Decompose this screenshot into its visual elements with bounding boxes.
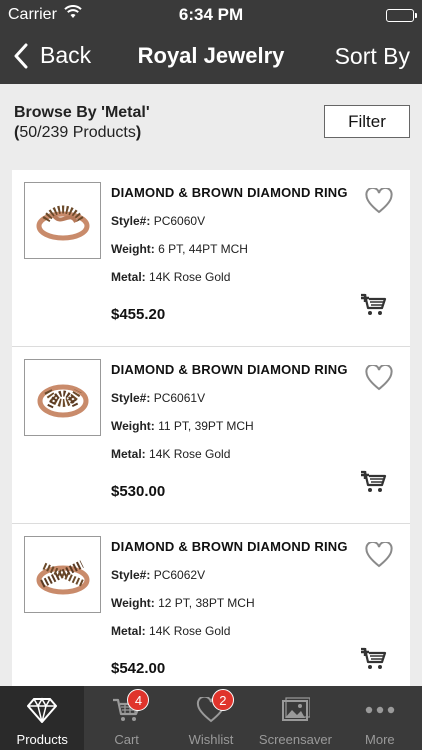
product-list[interactable]: DIAMOND & BROWN DIAMOND RING Style#: PC6… (12, 170, 410, 686)
product-count: (50/239 Products) (14, 124, 142, 141)
wishlist-heart-icon[interactable] (365, 186, 393, 219)
tab-label: More (365, 732, 395, 747)
tab-label: Wishlist (188, 732, 234, 747)
product-metal: Metal: 14K Rose Gold (111, 624, 231, 638)
ring-image (37, 384, 88, 417)
tab-products[interactable]: Products (0, 686, 85, 750)
product-weight: Weight: 11 PT, 39PT MCH (111, 419, 254, 433)
navigation-bar: Back Royal Jewelry Sort By (0, 30, 422, 84)
product-image[interactable] (24, 359, 101, 436)
tab-more[interactable]: More (338, 686, 422, 750)
product-style: Style#: PC6060V (111, 214, 206, 228)
image-icon (253, 694, 337, 726)
product-metal: Metal: 14K Rose Gold (111, 447, 231, 461)
tab-cart[interactable]: 4 Cart (84, 686, 168, 750)
product-price: $530.00 (111, 483, 166, 500)
product-price: $542.00 (111, 660, 166, 677)
tab-label: Screensaver (258, 732, 332, 747)
clock: 6:34 PM (178, 5, 244, 24)
browse-header: Browse By 'Metal' (50/239 Products) Filt… (0, 84, 422, 168)
sort-by-button[interactable]: Sort By (335, 43, 410, 70)
battery-icon (386, 9, 417, 22)
wishlist-badge: 2 (211, 689, 234, 711)
product-style: Style#: PC6061V (111, 391, 206, 405)
add-to-cart-icon[interactable] (360, 647, 388, 676)
product-card[interactable]: DIAMOND & BROWN DIAMOND RING Style#: PC6… (12, 347, 410, 524)
product-card[interactable]: DIAMOND & BROWN DIAMOND RING Style#: PC6… (12, 524, 410, 686)
diamond-icon (0, 694, 84, 726)
ring-image (36, 205, 89, 240)
tab-bar: Products 4 Cart 2 Wishlist Screensaver M… (0, 686, 422, 750)
product-metal: Metal: 14K Rose Gold (111, 270, 231, 284)
wishlist-heart-icon[interactable] (365, 540, 393, 573)
status-bar: Carrier 6:34 PM (0, 0, 422, 30)
product-weight: Weight: 6 PT, 44PT MCH (111, 242, 248, 256)
tab-label: Cart (114, 732, 139, 747)
filter-button[interactable]: Filter (324, 105, 410, 138)
tab-wishlist[interactable]: 2 Wishlist (169, 686, 253, 750)
product-name: DIAMOND & BROWN DIAMOND RING (111, 362, 348, 377)
more-icon (338, 694, 422, 726)
product-style: Style#: PC6062V (111, 568, 206, 582)
browse-heading: Browse By 'Metal' (14, 104, 150, 121)
product-name: DIAMOND & BROWN DIAMOND RING (111, 539, 348, 554)
tab-label: Products (16, 732, 68, 747)
product-name: DIAMOND & BROWN DIAMOND RING (111, 185, 348, 200)
product-weight: Weight: 12 PT, 38PT MCH (111, 596, 255, 610)
product-price: $455.20 (111, 306, 166, 323)
add-to-cart-icon[interactable] (360, 293, 388, 322)
product-image[interactable] (24, 536, 101, 613)
product-image[interactable] (24, 182, 101, 259)
tab-screensaver[interactable]: Screensaver (253, 686, 337, 750)
product-card[interactable]: DIAMOND & BROWN DIAMOND RING Style#: PC6… (12, 170, 410, 347)
ring-image (36, 559, 89, 594)
wishlist-heart-icon[interactable] (365, 363, 393, 396)
add-to-cart-icon[interactable] (360, 470, 388, 499)
